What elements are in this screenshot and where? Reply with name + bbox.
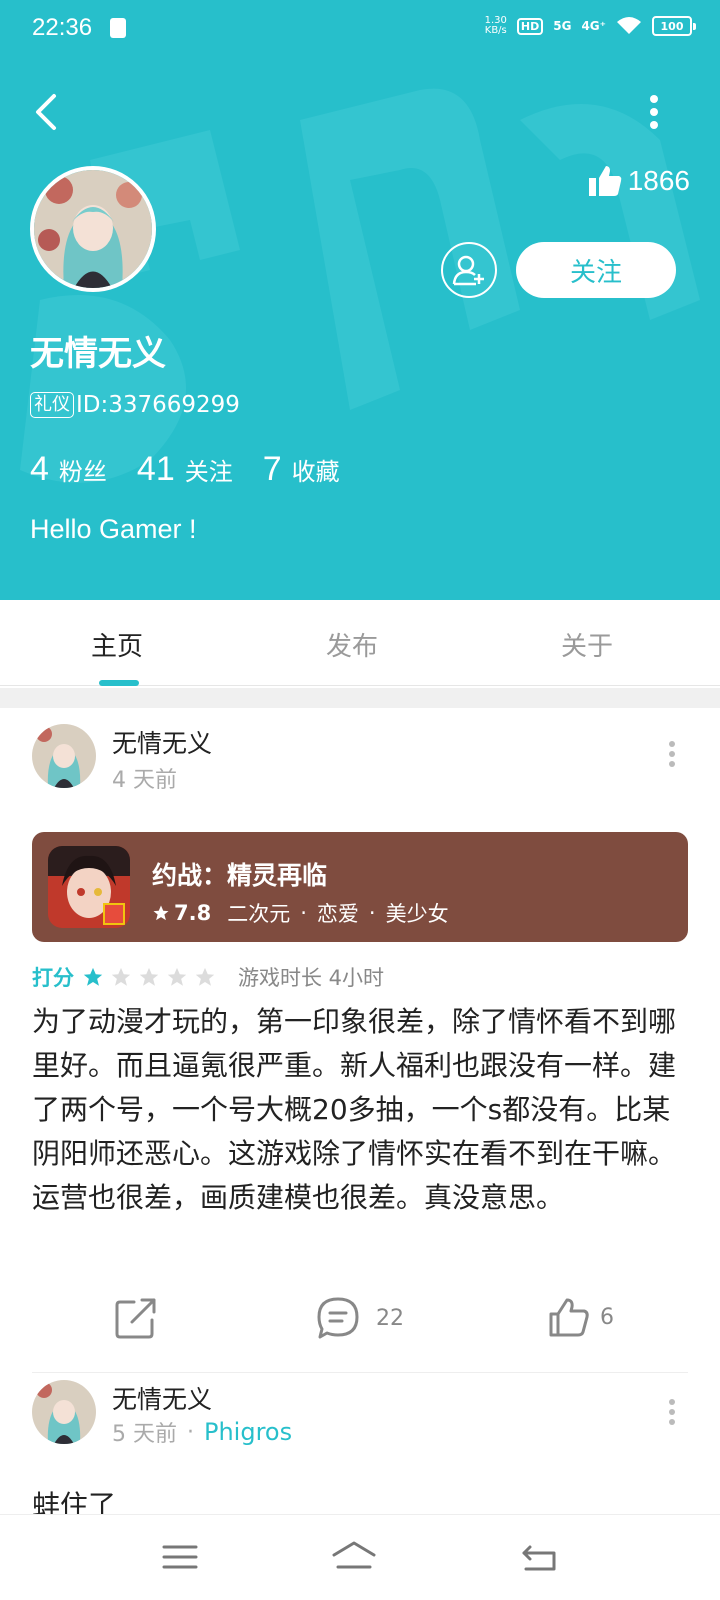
home-icon[interactable] — [330, 1537, 378, 1577]
user-id: ID:337669299 — [76, 392, 240, 418]
status-time: 22:36 — [32, 14, 93, 41]
post-author-name[interactable]: 无情无义 — [112, 724, 212, 760]
follow-button[interactable]: 关注 — [516, 242, 676, 298]
tab-home[interactable]: 主页 — [91, 626, 143, 663]
play-time: 游戏时长 4小时 — [238, 966, 385, 990]
menu-icon[interactable] — [160, 1537, 200, 1577]
game-info: 7.8 二次元 · 恋爱 · 美少女 — [152, 898, 449, 928]
game-tag: 恋爱 — [316, 902, 359, 926]
like-button[interactable]: 6 — [548, 1296, 614, 1338]
wifi-icon — [617, 17, 641, 34]
game-link[interactable]: Phigros — [204, 1418, 292, 1446]
user-bio: Hello Gamer ! — [30, 514, 197, 544]
network-speed: 1.30 KB/s — [484, 15, 507, 36]
total-likes: 1866 — [588, 164, 690, 198]
rating-row: 打分 游戏时长 4小时 — [32, 962, 384, 992]
thumbs-up-outline-icon — [549, 1298, 589, 1337]
user-name: 无情无义 — [30, 334, 166, 374]
star-icon — [153, 905, 169, 921]
user-tag-badge: 礼仪 — [30, 392, 74, 418]
user-id-row: 礼仪 ID:337669299 — [30, 392, 240, 418]
rating-label: 打分 — [32, 966, 74, 990]
post-meta: 4 天前 — [112, 762, 177, 794]
thumbs-up-icon — [588, 166, 621, 196]
profile-header: 22:36 1.30 KB/s HD 5G 4G⁺ 100 1866 关注 无情… — [0, 0, 720, 600]
signal-5g-icon: 5G — [553, 19, 572, 33]
notification-icon — [110, 18, 126, 38]
back-icon[interactable] — [28, 90, 68, 134]
star-empty-icon — [195, 967, 215, 986]
comment-icon — [317, 1297, 359, 1339]
more-options-icon[interactable] — [636, 90, 672, 134]
profile-stats: 4 粉丝 41 关注 7 收藏 — [30, 450, 370, 489]
share-icon[interactable] — [114, 1296, 158, 1340]
star-empty-icon — [139, 967, 159, 986]
signal-4g-icon: 4G⁺ — [581, 19, 606, 33]
stat-following[interactable]: 41 关注 — [137, 450, 233, 489]
back-nav-icon[interactable] — [520, 1537, 560, 1577]
game-tag: 二次元 — [227, 902, 291, 926]
add-user-icon — [452, 255, 484, 286]
post-time: 4 天前 — [112, 768, 177, 793]
rating-stars — [82, 966, 216, 988]
comment-button[interactable]: 22 — [316, 1296, 404, 1340]
meta-separator: · — [187, 1419, 194, 1445]
comment-count: 22 — [376, 1305, 404, 1331]
section-separator — [0, 688, 720, 708]
post-actions: 22 6 — [0, 1296, 720, 1346]
system-nav-bar — [0, 1514, 720, 1600]
hd-icon: HD — [516, 17, 544, 35]
post-more-icon[interactable] — [660, 1392, 684, 1432]
post-divider — [32, 1372, 688, 1373]
tab-about[interactable]: 关于 — [561, 626, 613, 663]
battery-icon: 100 — [652, 16, 696, 36]
game-icon — [48, 846, 130, 928]
tag-separator: · — [368, 901, 376, 925]
game-card[interactable]: 约战：精灵再临 7.8 二次元 · 恋爱 · 美少女 — [32, 832, 688, 942]
post-author-avatar[interactable] — [32, 1380, 96, 1444]
star-empty-icon — [111, 967, 131, 986]
tab-posts[interactable]: 发布 — [326, 626, 378, 663]
watermark-logo — [20, 88, 700, 483]
tab-indicator — [99, 680, 139, 686]
like-count: 6 — [600, 1304, 614, 1330]
star-empty-icon — [167, 967, 187, 986]
game-title: 约战：精灵再临 — [152, 861, 328, 890]
post-author-name[interactable]: 无情无义 — [112, 1380, 212, 1416]
post-body[interactable]: 为了动漫才玩的，第一印象很差，除了情怀看不到哪里好。而且逼氪很严重。新人福利也跟… — [32, 1000, 692, 1220]
post-time: 5 天前 — [112, 1422, 177, 1447]
stat-favorites[interactable]: 7 收藏 — [263, 450, 340, 489]
profile-avatar[interactable] — [30, 166, 156, 292]
post-meta: 5 天前 · Phigros — [112, 1416, 292, 1448]
tag-separator: · — [300, 901, 307, 925]
status-bar: 22:36 1.30 KB/s HD 5G 4G⁺ 100 — [0, 0, 720, 60]
game-score: 7.8 — [174, 901, 212, 925]
star-filled-icon — [83, 967, 103, 986]
status-icons: 1.30 KB/s HD 5G 4G⁺ 100 — [484, 15, 696, 36]
post-author-avatar[interactable] — [32, 724, 96, 788]
game-tag: 美少女 — [385, 902, 449, 926]
profile-tabs: 主页 发布 关于 — [0, 600, 720, 686]
post-more-icon[interactable] — [660, 734, 684, 774]
add-friend-button[interactable] — [441, 242, 497, 298]
stat-fans[interactable]: 4 粉丝 — [30, 450, 107, 489]
